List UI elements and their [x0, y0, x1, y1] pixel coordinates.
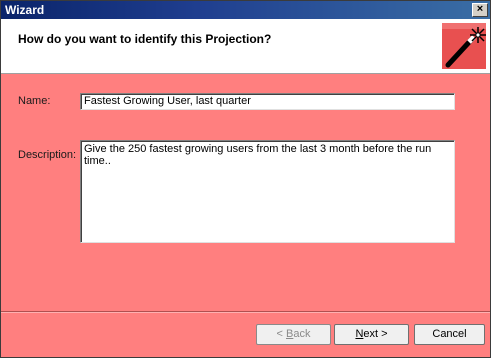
title-bar[interactable]: Wizard × [1, 1, 490, 19]
back-button-label: ack [293, 328, 311, 340]
window-title: Wizard [5, 3, 45, 17]
description-label: Description: [18, 149, 77, 161]
wizard-window: Wizard × How do you want to identify thi… [0, 0, 491, 358]
cancel-button[interactable]: Cancel [414, 324, 485, 345]
wizard-header: How do you want to identify this Project… [1, 19, 490, 74]
name-field[interactable]: Fastest Growing User, last quarter [80, 93, 455, 110]
back-button-prefix: < [276, 328, 286, 340]
page-title: How do you want to identify this Project… [18, 32, 272, 46]
close-button[interactable]: × [472, 3, 488, 17]
close-icon: × [476, 3, 484, 15]
footer-separator [1, 311, 490, 313]
next-button[interactable]: Next > [334, 324, 409, 345]
magic-wand-icon [442, 23, 486, 69]
back-button[interactable]: < Back [256, 324, 331, 345]
cancel-button-label: Cancel [432, 328, 467, 340]
description-field[interactable]: Give the 250 fastest growing users from … [80, 140, 455, 243]
next-button-label: ext > [363, 328, 388, 340]
name-label: Name: [18, 95, 51, 107]
